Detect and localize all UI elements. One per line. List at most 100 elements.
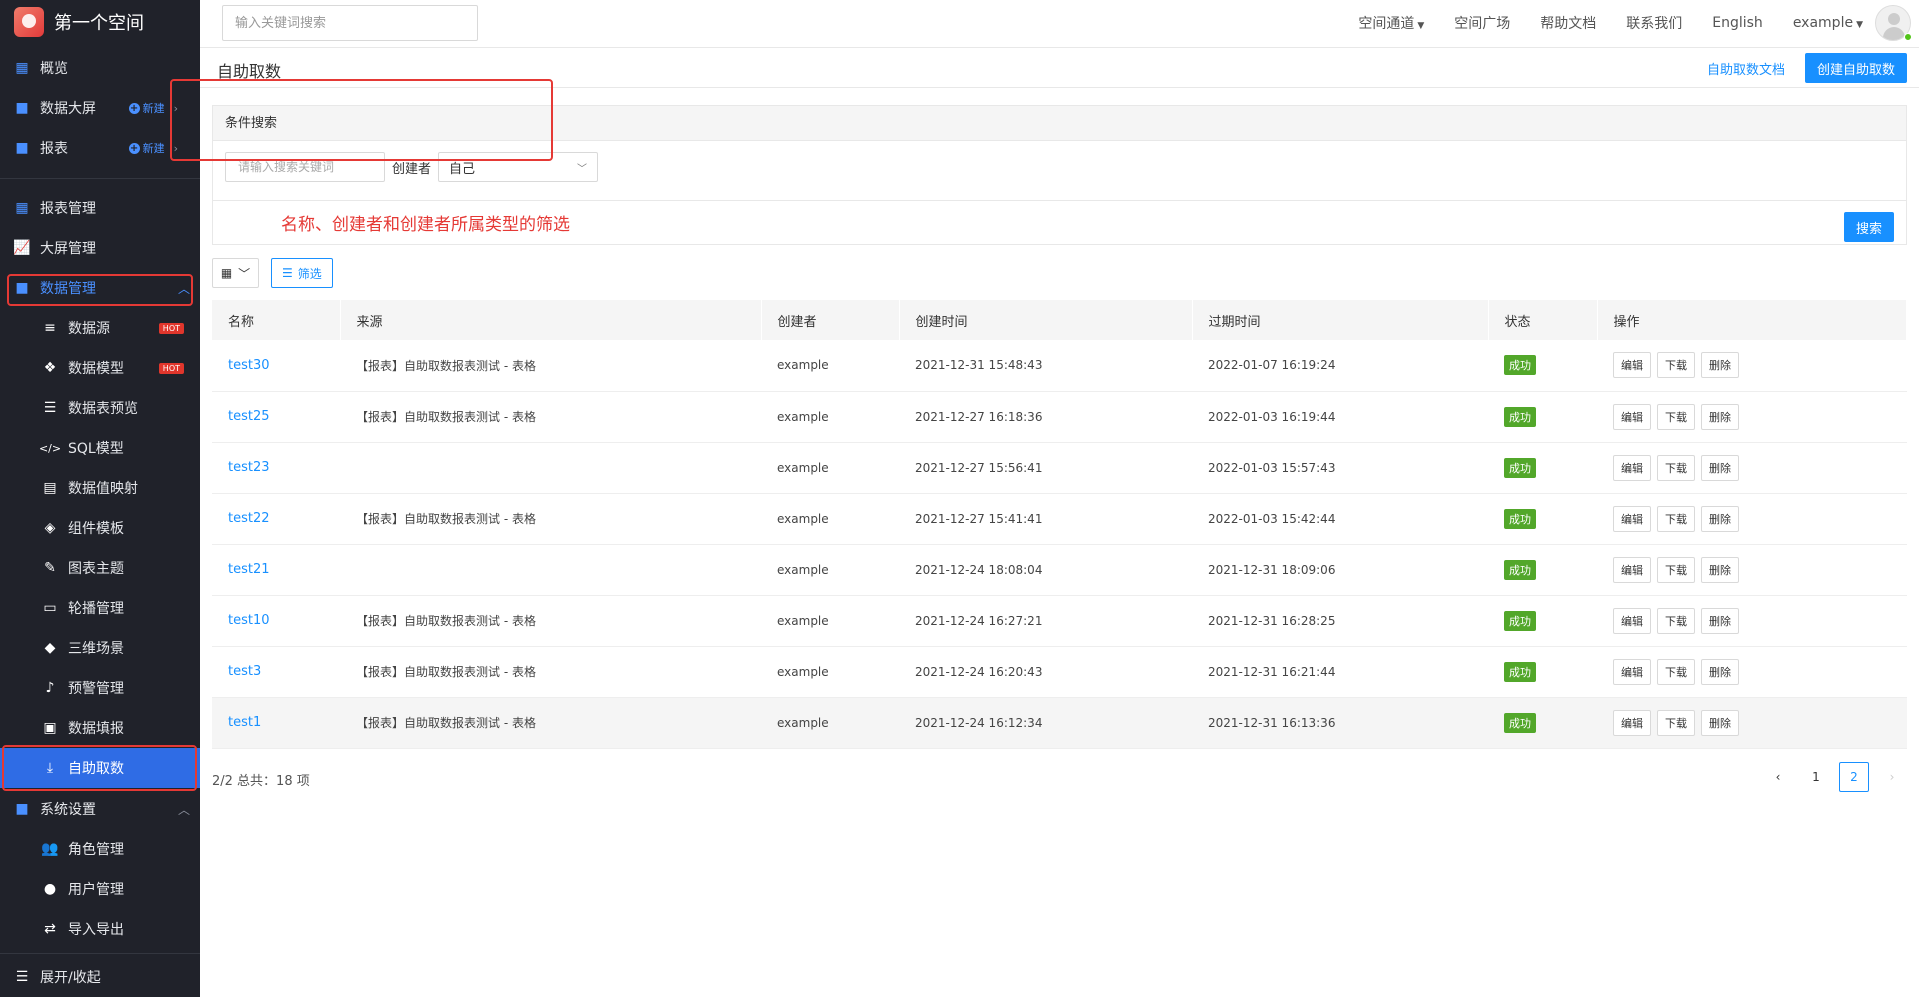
search-button[interactable]: 搜索 [1844,212,1894,242]
edit-button[interactable]: 编辑 [1613,403,1651,430]
sidebar-item-alerts[interactable]: ♪ 预警管理 [0,668,200,708]
space-channel-dropdown[interactable]: 空间通道 ▼ [1358,13,1424,33]
sidebar-item-datasource[interactable]: ≡ 数据源 HOT [0,308,200,348]
download-icon: ⤓ [46,760,54,776]
sidebar-item-data-manage[interactable]: ■ 数据管理 ︿ [0,268,200,308]
delete-button[interactable]: 删除 [1701,607,1739,634]
sidebar-item-chart-theme[interactable]: ✎ 图表主题 [0,548,200,588]
edit-button[interactable]: 编辑 [1613,658,1651,685]
row-name-link[interactable]: test1 [228,715,261,730]
row-name-link[interactable]: test10 [228,613,270,628]
page-button-current[interactable]: 2 [1839,762,1869,792]
new-report-button[interactable]: + 新建 › [128,140,178,156]
delete-button[interactable]: 删除 [1701,454,1739,481]
row-name-link[interactable]: test3 [228,664,261,679]
filter-button[interactable]: ☰ 筛选 [271,258,333,288]
view-toggle-button[interactable]: ▦ ﹀ [212,258,259,288]
filter-icon: ☰ [282,266,293,280]
next-page-button[interactable]: › [1877,762,1907,792]
page-button[interactable]: 1 [1801,762,1831,792]
creator-label: 创建者 [392,161,432,177]
cell-status: 成功 [1488,340,1597,392]
sidebar-item-import-export[interactable]: ⇄ 导入导出 [0,909,200,949]
delete-button[interactable]: 删除 [1701,505,1739,532]
edit-button[interactable]: 编辑 [1613,709,1651,736]
sidebar-item-label: 预警管理 [68,681,124,697]
delete-button[interactable]: 删除 [1701,352,1739,379]
sidebar-item-value-mapping[interactable]: ▤ 数据值映射 [0,468,200,508]
cell-created: 2021-12-24 16:27:21 [899,595,1192,647]
status-badge: 成功 [1504,661,1536,682]
row-name-link[interactable]: test21 [228,562,270,577]
docs-link[interactable]: 自助取数文档 [1707,59,1785,78]
help-docs-link[interactable]: 帮助文档 [1540,13,1596,33]
download-button[interactable]: 下载 [1657,607,1695,634]
delete-button[interactable]: 删除 [1701,709,1739,736]
edit-button[interactable]: 编辑 [1613,505,1651,532]
cell-expires: 2021-12-31 18:09:06 [1192,544,1488,596]
sidebar-item-label: 轮播管理 [68,601,124,617]
sidebar-item-sql-model[interactable]: </> SQL模型 [0,428,200,468]
sidebar-item-data-model[interactable]: ❖ 数据模型 HOT [0,348,200,388]
sidebar-item-component-template[interactable]: ◈ 组件模板 [0,508,200,548]
edit-button[interactable]: 编辑 [1613,352,1651,379]
sidebar-item-data-screen[interactable]: ■ 数据大屏 + 新建 › [0,88,200,128]
creator-select[interactable]: 自己 ﹀ [438,152,599,182]
download-button[interactable]: 下载 [1657,505,1695,532]
edit-button[interactable]: 编辑 [1613,556,1651,583]
sidebar: 第一个空间 ▦ 概览 ■ 数据大屏 + 新建 › ■ 报表 + 新建 › ▦ 报表管理 … [0,0,200,997]
edit-button[interactable]: 编辑 [1613,454,1651,481]
create-self-service-button[interactable]: 创建自助取数 [1804,53,1907,83]
column-header[interactable]: 来源 [340,300,762,340]
delete-button[interactable]: 删除 [1701,556,1739,583]
column-header[interactable]: 过期时间 [1192,300,1489,340]
sidebar-item-3d-scene[interactable]: ◆ 三维场景 [0,628,200,668]
sidebar-collapse-toggle[interactable]: ☰ 展开/收起 [0,957,200,997]
delete-button[interactable]: 删除 [1701,658,1739,685]
download-button[interactable]: 下载 [1657,658,1695,685]
new-data-screen-button[interactable]: + 新建 › [128,100,178,116]
sidebar-item-system-settings[interactable]: ■ 系统设置 ︿ [0,789,200,829]
sidebar-item-label: 组件模板 [68,521,124,537]
row-name-link[interactable]: test30 [228,358,270,373]
cell-actions: 编辑 下载 删除 [1597,697,1907,749]
column-header[interactable]: 创建时间 [899,300,1193,340]
row-name-link[interactable]: test23 [228,460,270,475]
column-header[interactable]: 名称 [212,300,341,340]
download-button[interactable]: 下载 [1657,556,1695,583]
sidebar-item-label: 系统设置 [40,802,96,818]
sidebar-item-users[interactable]: ● 用户管理 [0,869,200,909]
sidebar-item-overview[interactable]: ▦ 概览 [0,48,200,88]
row-name-link[interactable]: test22 [228,511,270,526]
sidebar-item-self-service[interactable]: ⤓ 自助取数 [0,748,200,788]
delete-button[interactable]: 删除 [1701,403,1739,430]
grid-icon: ▦ [220,266,233,280]
edit-button[interactable]: 编辑 [1613,607,1651,634]
prev-page-button[interactable]: ‹ [1763,762,1793,792]
cell-created: 2021-12-24 16:20:43 [899,646,1192,698]
download-button[interactable]: 下载 [1657,454,1695,481]
column-header[interactable]: 创建者 [761,300,900,340]
contact-us-link[interactable]: 联系我们 [1626,13,1682,33]
brand[interactable]: 第一个空间 [0,0,200,44]
sidebar-item-roles[interactable]: 👥 角色管理 [0,829,200,869]
caret-down-icon: ▼ [1856,20,1863,30]
column-header[interactable]: 状态 [1488,300,1598,340]
global-search-input[interactable] [222,5,478,41]
download-button[interactable]: 下载 [1657,709,1695,736]
download-button[interactable]: 下载 [1657,403,1695,430]
sidebar-item-data-fill[interactable]: ▣ 数据填报 [0,708,200,748]
status-badge: 成功 [1504,508,1536,529]
language-switch[interactable]: English [1712,15,1763,31]
user-menu[interactable]: example ▼ [1793,15,1863,31]
bell-icon: ♪ [45,680,55,696]
sidebar-item-report-manage[interactable]: ▦ 报表管理 [0,188,200,228]
sidebar-item-screen-manage[interactable]: 📈 大屏管理 [0,228,200,268]
keyword-search-input[interactable] [225,152,385,182]
download-button[interactable]: 下载 [1657,352,1695,379]
sidebar-item-carousel[interactable]: ▭ 轮播管理 [0,588,200,628]
sidebar-item-reports[interactable]: ■ 报表 + 新建 › [0,128,200,168]
space-plaza-link[interactable]: 空间广场 [1454,13,1510,33]
sidebar-item-table-preview[interactable]: ☰ 数据表预览 [0,388,200,428]
row-name-link[interactable]: test25 [228,409,270,424]
